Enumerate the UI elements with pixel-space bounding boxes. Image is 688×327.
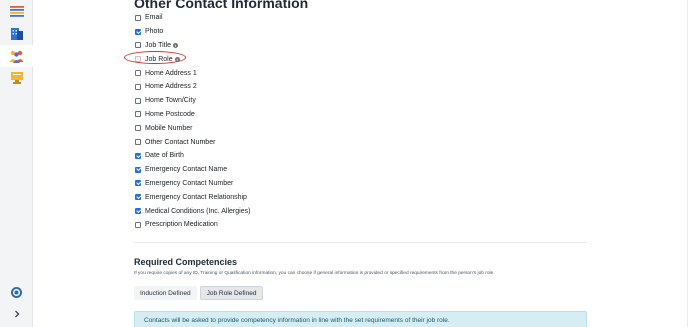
- checkbox[interactable]: [135, 42, 141, 49]
- tab-job-role-defined[interactable]: Job Role Defined: [199, 286, 264, 300]
- settings-button[interactable]: [0, 284, 33, 300]
- field-label: Medical Conditions (Inc. Allergies): [145, 207, 251, 215]
- field-prescription-medication[interactable]: Prescription Medication: [135, 218, 250, 232]
- field-home-address-1[interactable]: Home Address 1: [135, 66, 250, 80]
- field-mobile-number[interactable]: Mobile Number: [135, 121, 250, 135]
- field-other-contact-number[interactable]: Other Contact Number: [135, 135, 250, 149]
- field-medical-conditions[interactable]: Medical Conditions (Inc. Allergies): [135, 204, 250, 218]
- sidebar-item-presenter[interactable]: [0, 67, 33, 89]
- field-date-of-birth[interactable]: Date of Birth: [135, 149, 250, 163]
- section-title-contact: Other Contact Information: [134, 0, 309, 11]
- gear-icon: [11, 286, 22, 298]
- field-label: Photo: [145, 28, 164, 36]
- sidebar-item-people[interactable]: [0, 45, 33, 67]
- field-home-postcode[interactable]: Home Postcode: [135, 108, 250, 122]
- main-content: Other Contact Information Email Photo Jo…: [33, 0, 688, 327]
- field-label: Home Address 2: [145, 83, 197, 91]
- checkbox[interactable]: [135, 194, 141, 201]
- section-title-competencies: Required Competencies: [134, 257, 238, 267]
- field-emergency-contact-number[interactable]: Emergency Contact Number: [135, 177, 250, 191]
- field-label: Job Title: [145, 41, 172, 49]
- building-icon: [10, 28, 23, 40]
- checkbox[interactable]: [135, 125, 141, 132]
- people-icon: [9, 50, 24, 63]
- field-label: Emergency Contact Number: [145, 179, 234, 187]
- sidebar-rail: [0, 0, 33, 327]
- checkbox[interactable]: [135, 28, 141, 35]
- info-alert: Contacts will be asked to provide compet…: [134, 311, 587, 327]
- highlight-annotation: [124, 51, 186, 64]
- competencies-description: If you require copies of any ID, Trainin…: [134, 271, 495, 276]
- sidebar-item-list[interactable]: [0, 0, 33, 22]
- checkbox[interactable]: [135, 97, 141, 104]
- competency-tab-group: Induction Defined Job Role Defined: [134, 286, 264, 300]
- field-label: Email: [145, 14, 163, 22]
- checkbox[interactable]: [135, 14, 141, 21]
- field-photo[interactable]: Photo: [135, 25, 250, 39]
- field-home-town-city[interactable]: Home Town/City: [135, 94, 250, 108]
- checkbox[interactable]: [135, 139, 141, 146]
- checkbox[interactable]: [135, 208, 141, 215]
- list-icon: [9, 6, 24, 17]
- field-label: Other Contact Number: [145, 138, 216, 146]
- checkbox[interactable]: [135, 166, 141, 173]
- field-home-address-2[interactable]: Home Address 2: [135, 80, 250, 94]
- chevron-right-icon: [14, 310, 19, 318]
- checkbox[interactable]: [135, 152, 141, 159]
- field-email[interactable]: Email: [135, 11, 250, 25]
- checkbox[interactable]: [135, 111, 141, 118]
- field-label: Emergency Contact Relationship: [145, 193, 247, 201]
- field-label: Prescription Medication: [145, 221, 218, 229]
- checkbox[interactable]: [135, 221, 141, 228]
- expand-sidebar-button[interactable]: [0, 307, 33, 321]
- field-label: Date of Birth: [145, 152, 184, 160]
- tab-induction-defined[interactable]: Induction Defined: [134, 286, 197, 300]
- contact-field-list: Email Photo Job Title i Job Role i Home Ad…: [135, 11, 250, 232]
- checkbox[interactable]: [135, 180, 141, 187]
- field-label: Home Town/City: [145, 97, 196, 105]
- field-emergency-contact-name[interactable]: Emergency Contact Name: [135, 163, 250, 177]
- field-label: Home Postcode: [145, 110, 195, 118]
- field-label: Mobile Number: [145, 124, 193, 132]
- section-divider: [134, 242, 587, 243]
- sidebar-item-buildings[interactable]: [0, 22, 33, 44]
- field-label: Home Address 1: [145, 69, 197, 77]
- field-label: Emergency Contact Name: [145, 166, 228, 174]
- checkbox[interactable]: [135, 70, 141, 77]
- info-icon[interactable]: i: [173, 42, 179, 48]
- checkbox[interactable]: [135, 83, 141, 90]
- field-emergency-contact-relationship[interactable]: Emergency Contact Relationship: [135, 190, 250, 204]
- presenter-icon: [10, 72, 23, 84]
